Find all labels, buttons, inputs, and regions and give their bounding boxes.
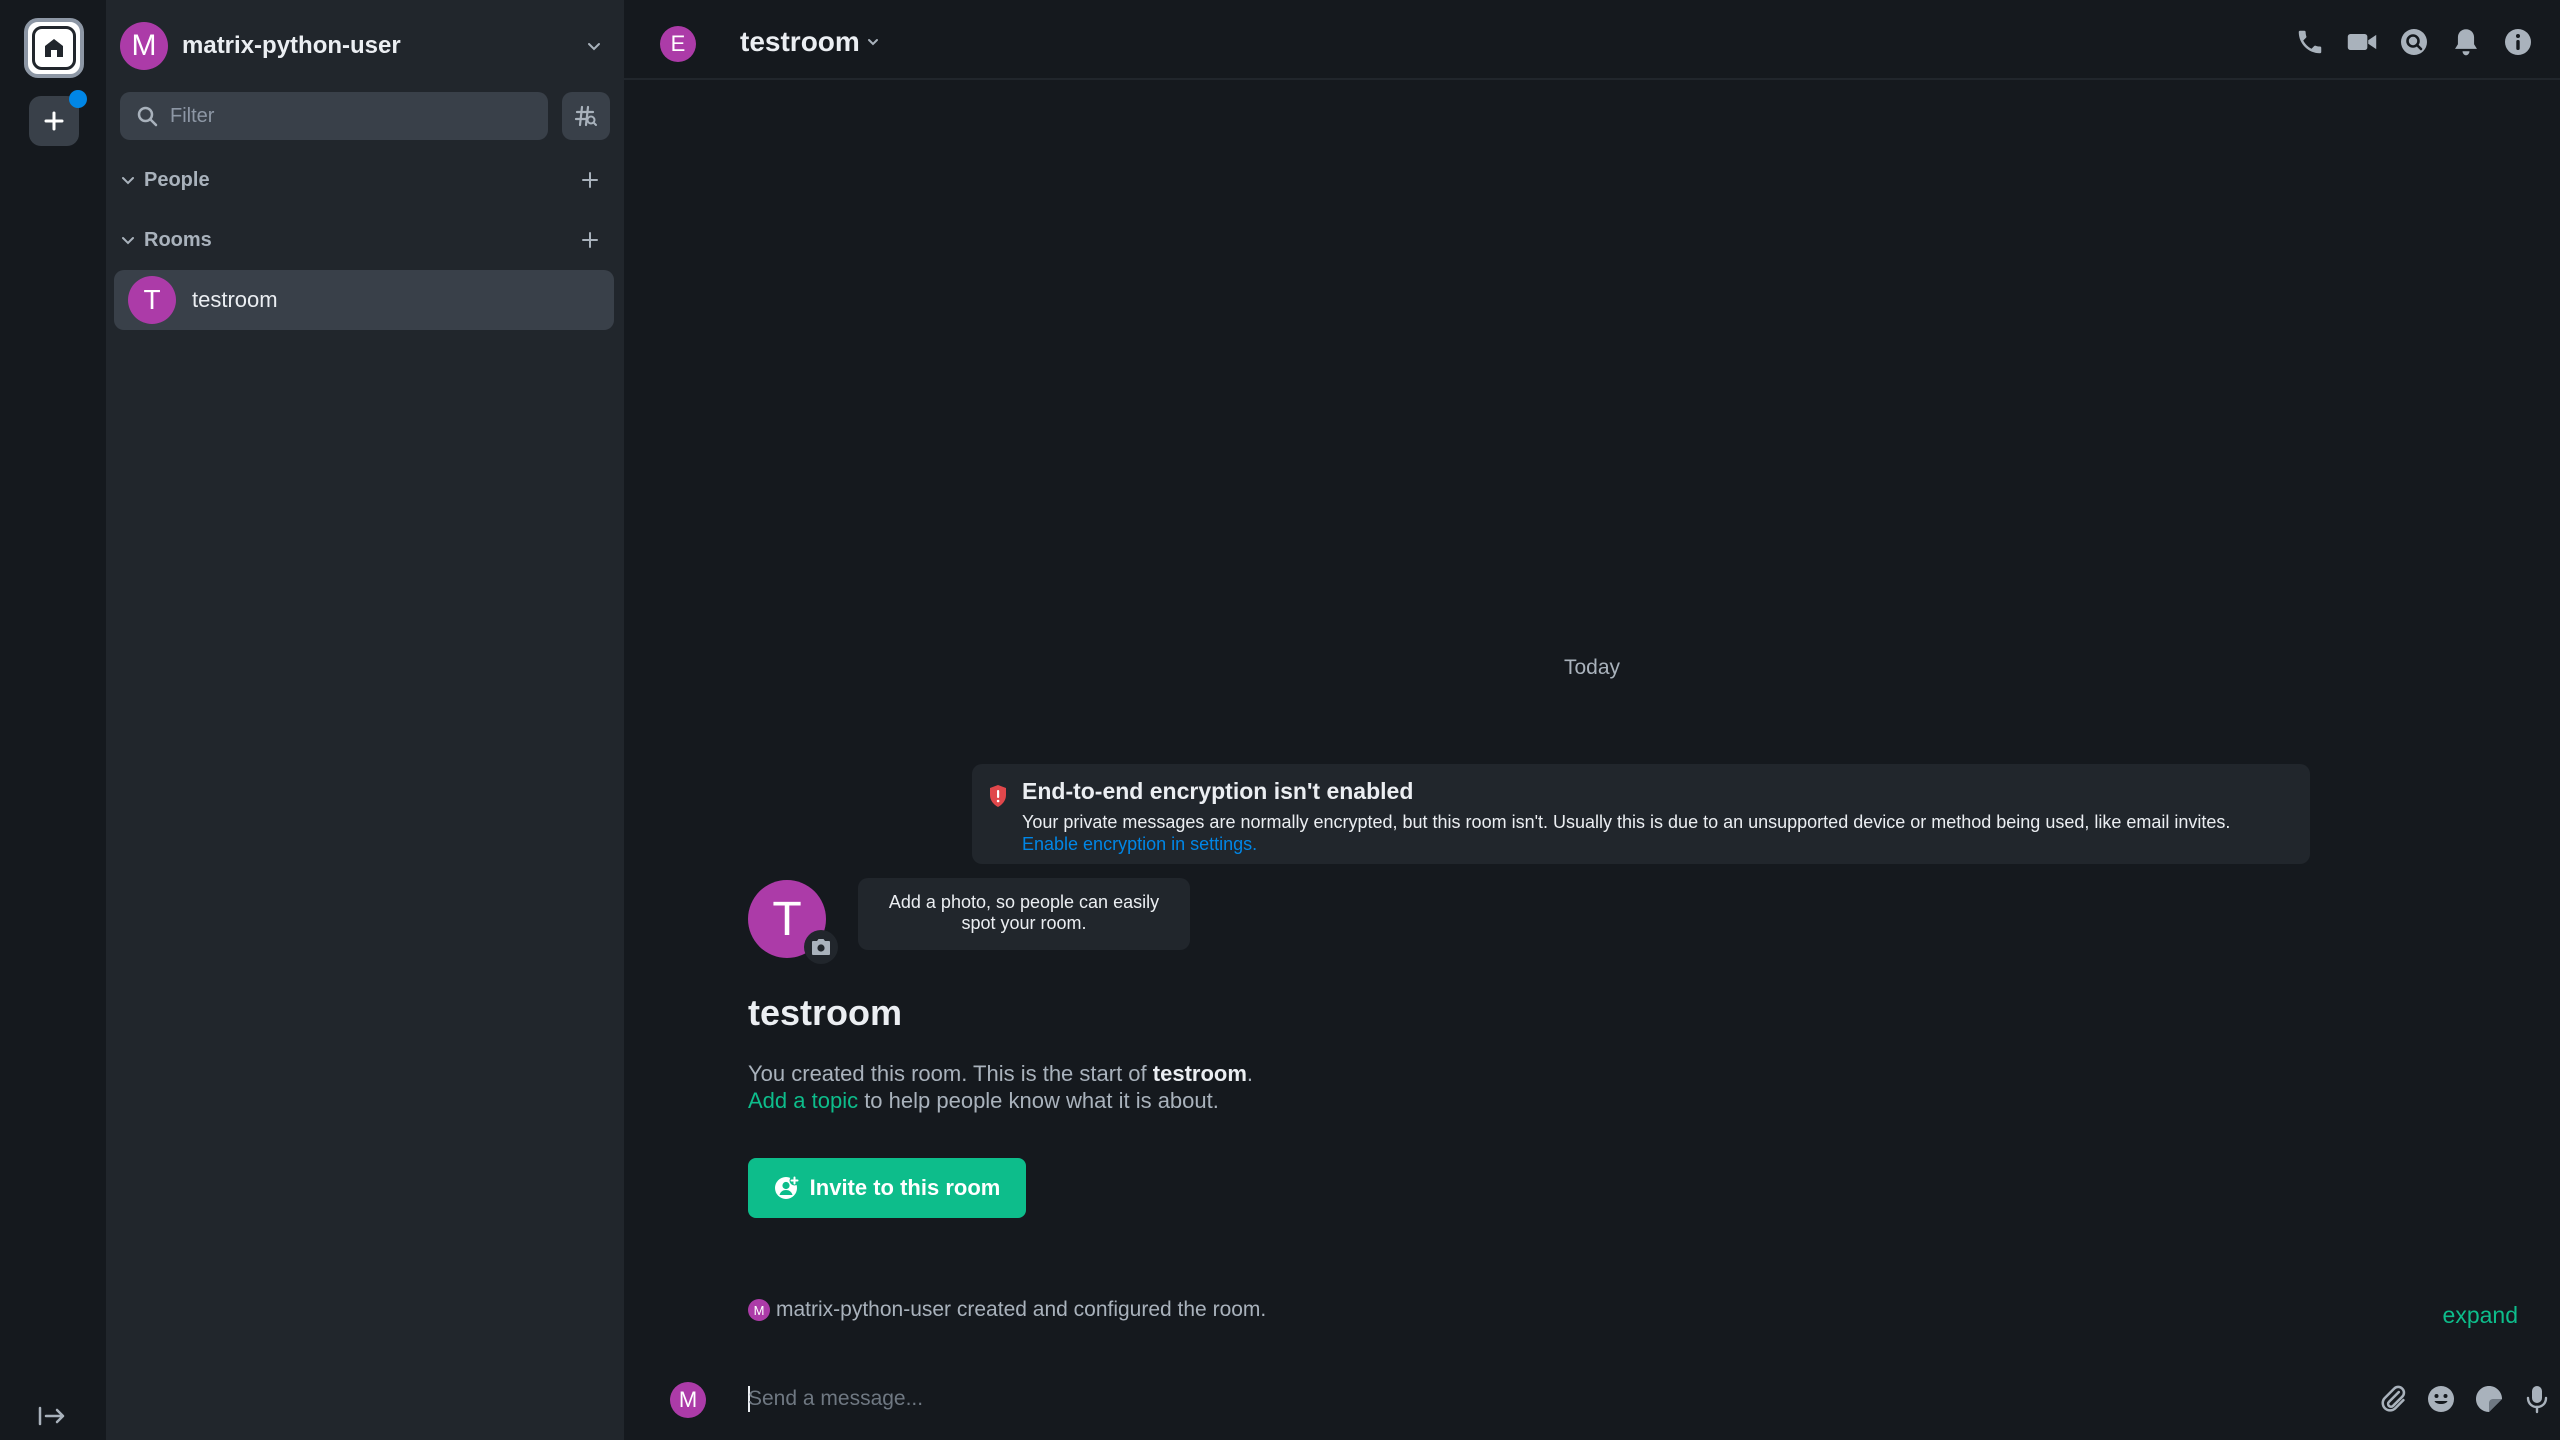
invite-to-room-button[interactable]: Invite to this room	[748, 1158, 1026, 1218]
people-section-label: People	[144, 168, 210, 191]
room-intro-line-1: You created this room. This is the start…	[748, 1060, 1648, 1087]
room-header: E testroom	[624, 0, 2560, 80]
invite-button-label: Invite to this room	[809, 1175, 1001, 1200]
attach-file-button[interactable]	[2378, 1382, 2408, 1416]
room-avatar: T	[128, 276, 176, 324]
video-call-button[interactable]	[2346, 24, 2378, 60]
video-icon	[2347, 34, 2377, 50]
room-view: E testroom Today End-to-end encryption i…	[624, 0, 2560, 1440]
search-icon	[137, 106, 158, 127]
search-room-button[interactable]	[2398, 24, 2430, 60]
room-list-panel: M matrix-python-user Filter People Rooms…	[106, 0, 624, 1440]
summary-avatar: M	[748, 1299, 770, 1321]
chevron-down-icon	[867, 39, 878, 46]
bell-icon	[2455, 29, 2477, 56]
room-header-title-button[interactable]: testroom	[740, 26, 880, 58]
room-tile-testroom[interactable]: T testroom	[114, 270, 614, 330]
expand-summary-link[interactable]: expand	[2443, 1302, 2518, 1329]
home-icon-frame	[32, 26, 76, 70]
room-intro-line-2: Add a topic to help people know what it …	[748, 1087, 1648, 1114]
created-summary-text: matrix-python-user created and configure…	[776, 1298, 1267, 1321]
room-intro-name: testroom	[748, 992, 903, 1033]
rooms-section-label: Rooms	[144, 228, 212, 251]
intro-room-name: testroom	[1152, 1061, 1247, 1086]
plus-icon	[582, 172, 598, 188]
explore-rooms-icon	[574, 105, 597, 127]
date-separator: Today	[1563, 656, 1621, 679]
expand-spaces-button[interactable]	[34, 1402, 70, 1430]
invite-user-icon	[774, 1175, 800, 1199]
paperclip-icon	[2381, 1385, 2406, 1412]
notifications-button[interactable]	[2450, 24, 2482, 60]
search-icon	[2401, 29, 2427, 55]
intro-suffix: .	[1246, 1061, 1254, 1086]
phone-icon	[2298, 30, 2322, 54]
sticker-button[interactable]	[2474, 1382, 2504, 1416]
add-photo-tooltip: Add a photo, so people can easily spot y…	[858, 878, 1190, 950]
camera-icon	[812, 939, 830, 955]
room-intro-text: You created this room. This is the start…	[748, 1060, 1648, 1114]
encryption-notice-title: End-to-end encryption isn't enabled	[1022, 778, 1414, 804]
filter-box[interactable]	[120, 92, 548, 140]
plus-icon	[582, 232, 598, 248]
chevron-down-icon	[122, 237, 134, 245]
filter-input[interactable]	[170, 104, 510, 128]
explore-rooms-button[interactable]	[562, 92, 610, 140]
voice-message-button[interactable]	[2522, 1382, 2552, 1416]
room-created-summary: M matrix-python-user created and configu…	[748, 1298, 1266, 1322]
sticker-icon	[2476, 1386, 2502, 1412]
voice-call-button[interactable]	[2294, 24, 2326, 60]
home-icon	[45, 39, 63, 57]
shield-icon	[990, 785, 1006, 807]
create-space-button[interactable]	[29, 90, 87, 146]
encryption-notice-description: Your private messages are normally encry…	[1022, 811, 2282, 855]
rooms-section-header[interactable]: Rooms	[120, 224, 610, 256]
camera-badge	[804, 930, 838, 964]
microphone-icon	[2526, 1386, 2548, 1414]
add-room-button[interactable]	[576, 226, 604, 254]
expand-spaces-icon	[38, 1406, 65, 1426]
emoji-icon	[2428, 1386, 2454, 1412]
user-menu[interactable]: M matrix-python-user	[120, 22, 610, 70]
room-tile-name: testroom	[192, 287, 278, 312]
app-window: M matrix-python-user Filter People Rooms…	[0, 0, 2560, 1440]
people-section-header[interactable]: People	[120, 164, 610, 196]
enable-encryption-link[interactable]: Enable encryption in settings.	[1022, 834, 1257, 854]
room-info-button[interactable]	[2502, 24, 2534, 60]
encryption-notice-text: Your private messages are normally encry…	[1022, 812, 2231, 832]
plus-icon	[44, 111, 64, 131]
intro-prefix: You created this room. This is the start…	[748, 1061, 1153, 1086]
filter-row	[120, 92, 610, 140]
add-topic-link[interactable]: Add a topic	[748, 1088, 858, 1113]
notification-dot	[69, 90, 87, 108]
encryption-notice: End-to-end encryption isn't enabled Your…	[972, 764, 2310, 864]
topic-suffix: to help people know what it is about.	[858, 1088, 1219, 1113]
home-space-button[interactable]	[24, 18, 84, 78]
room-header-avatar[interactable]: E	[660, 26, 696, 62]
composer-avatar: M	[670, 1382, 706, 1418]
add-people-button[interactable]	[576, 166, 604, 194]
room-header-actions	[2294, 24, 2534, 60]
message-input[interactable]	[748, 1384, 2148, 1414]
info-icon	[2505, 29, 2531, 55]
username: matrix-python-user	[182, 32, 401, 59]
chevron-down-icon	[122, 177, 134, 185]
user-avatar: M	[120, 22, 168, 70]
message-composer: M	[624, 1374, 2560, 1424]
space-bar	[0, 0, 106, 1440]
room-avatar-upload[interactable]: T	[748, 880, 838, 964]
chevron-down-icon[interactable]	[584, 36, 604, 56]
room-header-title: testroom	[740, 26, 860, 57]
emoji-button[interactable]	[2426, 1382, 2456, 1416]
composer-actions	[2378, 1382, 2552, 1416]
